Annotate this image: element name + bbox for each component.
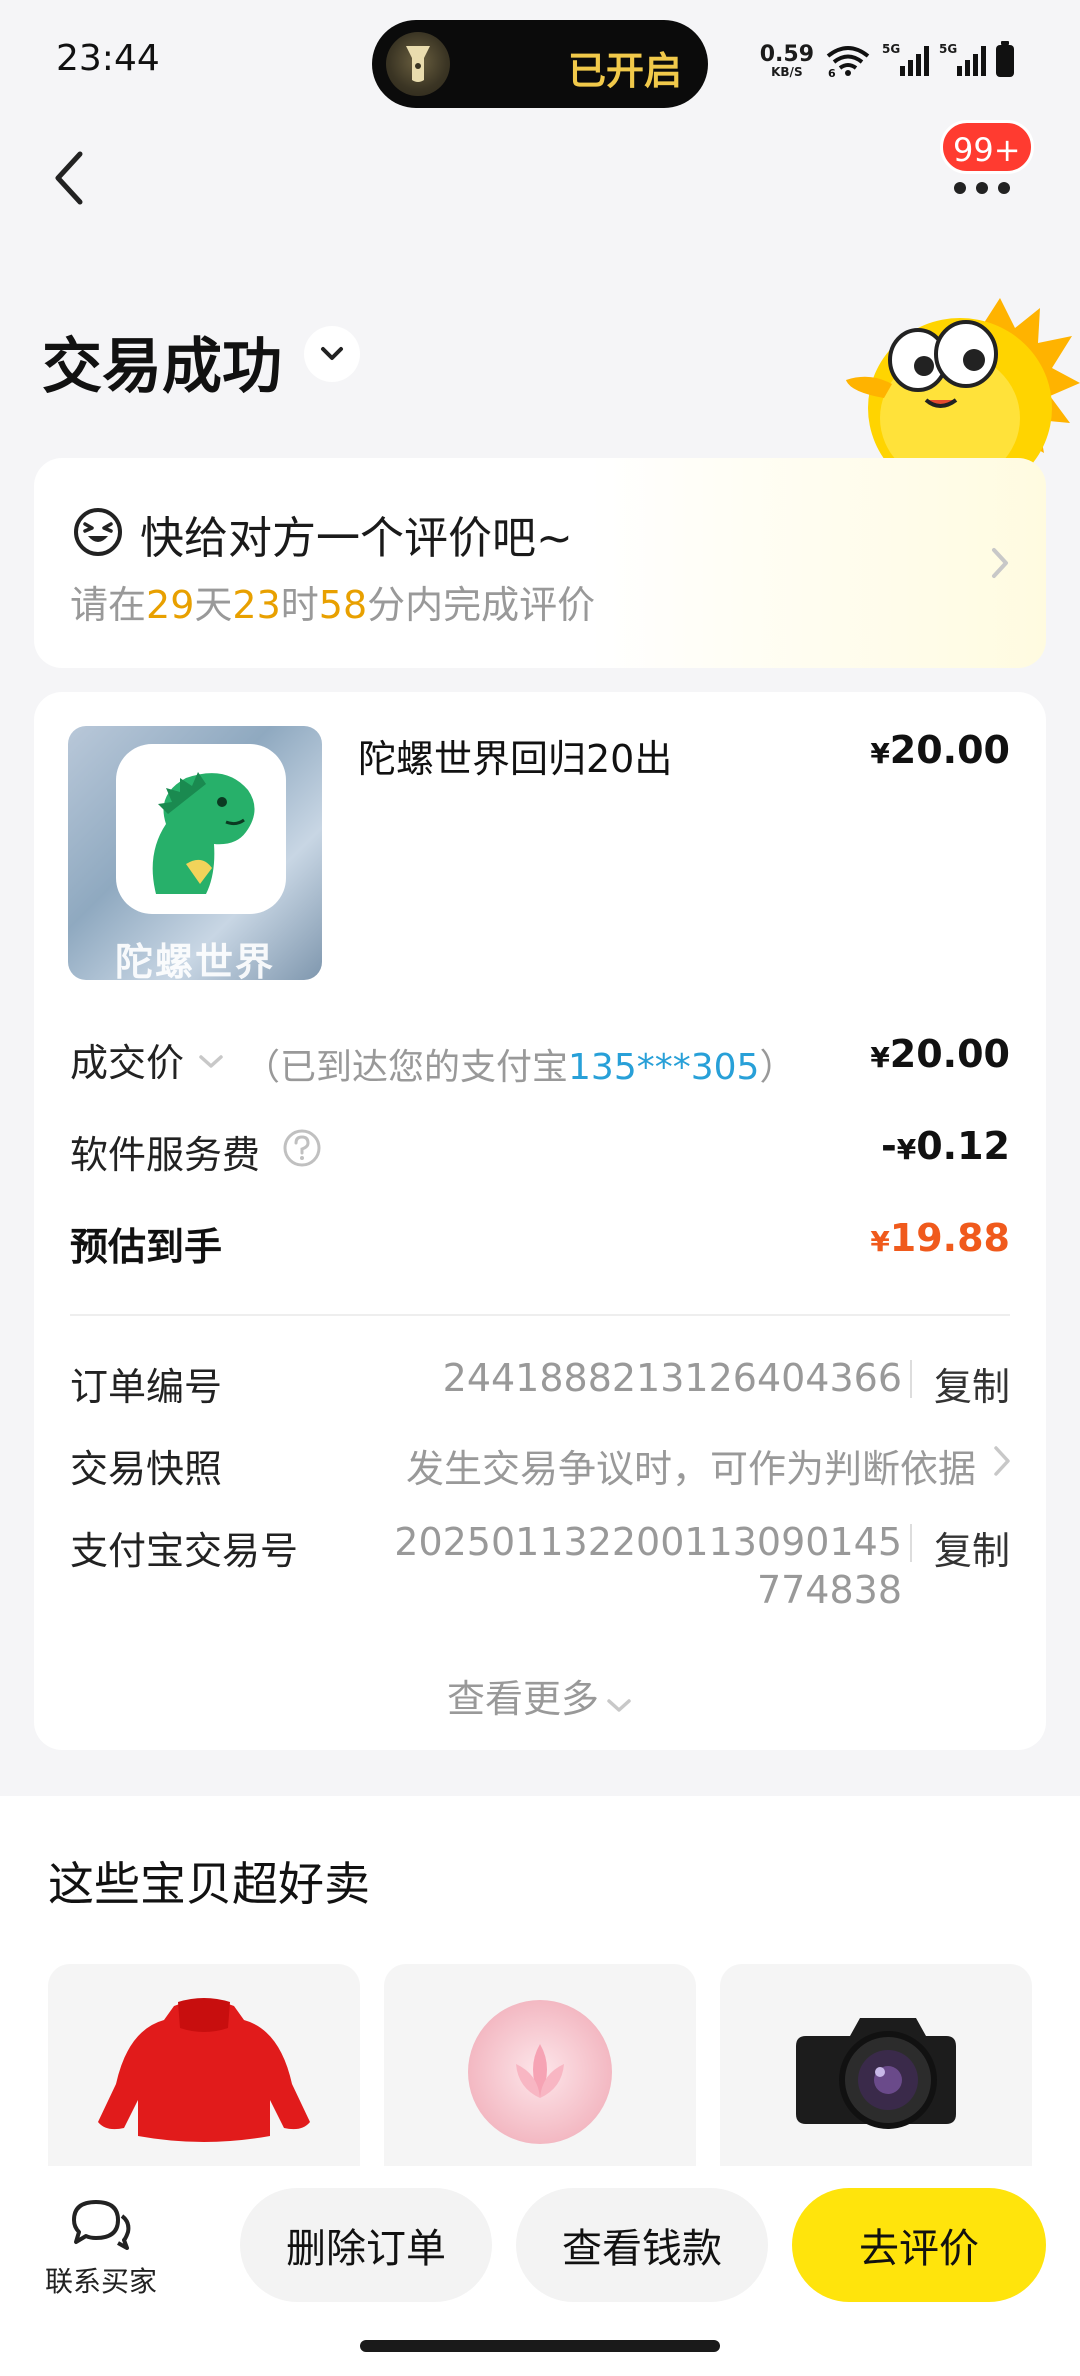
status-bar: 23:44 已开启 0.59 KB/S 6 5G 5G [0, 0, 1080, 130]
wifi-tag: 6 [828, 67, 836, 78]
snapshot-label: 交易快照 [70, 1447, 223, 1491]
chevron-right-icon[interactable] [992, 1444, 1012, 1478]
more-button[interactable]: 99+ [940, 120, 1040, 210]
currency-symbol: ¥ [870, 1041, 890, 1074]
signal-icon: 5G [882, 42, 929, 76]
order-card: 陀螺世界 陀螺世界回归20出 ¥20.00 成交价 （已到达您的支付宝135**… [34, 692, 1046, 1750]
view-payment-button[interactable]: 查看钱款 [516, 2188, 768, 2302]
item-price-value: 20.00 [889, 728, 1010, 772]
chevron-right-icon [992, 548, 1008, 578]
recommend-title: 这些宝贝超好卖 [48, 1857, 370, 1911]
review-title: 快给对方一个评价吧~ [140, 513, 573, 564]
status-time: 23:44 [56, 38, 160, 79]
wifi-icon: 6 [826, 46, 870, 78]
status-toggle-button[interactable] [304, 326, 360, 382]
signal-tag-2: 5G [939, 42, 958, 56]
battery-icon [996, 41, 1014, 77]
see-more-label: 查看更多 [446, 1677, 599, 1721]
deal-note-suffix: ） [759, 1047, 796, 1088]
more-icon [954, 182, 1010, 194]
page-title: 交易成功 [42, 332, 282, 402]
alipay-trade-number-line1: 202501132200113090145 [394, 1520, 902, 1564]
separator [910, 1360, 912, 1398]
thumbnail-label: 陀螺世界 [114, 940, 275, 980]
net-speed-value: 0.59 [759, 42, 814, 67]
fee-sign: - [880, 1124, 897, 1168]
copy-order-number-button[interactable]: 复制 [934, 1356, 1010, 1411]
signal-icon-2: 5G [939, 42, 986, 76]
see-more-button[interactable]: 查看更多 [34, 1668, 1046, 1724]
copy-alipay-number-button[interactable]: 复制 [934, 1520, 1010, 1575]
order-number-value: 2441888213126404366 [442, 1356, 902, 1400]
countdown-minutes: 58 [318, 583, 368, 627]
chat-icon [72, 2200, 131, 2250]
deal-price-note: （已到达您的支付宝135***305） [244, 1038, 795, 1090]
laughing-face-icon [74, 508, 122, 556]
deal-price-value: ¥20.00 [870, 1032, 1010, 1076]
item-thumbnail[interactable]: 陀螺世界 [68, 726, 322, 980]
chevron-down-icon [321, 347, 343, 360]
countdown-days-unit: 天 [194, 583, 233, 627]
app-icon [116, 744, 286, 914]
currency-symbol: ¥ [870, 1225, 890, 1258]
dinosaur-icon [152, 772, 255, 894]
estimated-income-label: 预估到手 [70, 1225, 223, 1269]
divider [70, 1314, 1010, 1316]
item-price: ¥20.00 [870, 728, 1010, 772]
item-title[interactable]: 陀螺世界回归20出 [358, 728, 672, 783]
net-speed-unit: KB/S [771, 65, 803, 79]
alipay-trade-label: 支付宝交易号 [70, 1529, 299, 1573]
dynamic-island[interactable]: 已开启 [372, 20, 708, 108]
countdown-suffix: 分内完成评价 [367, 583, 596, 627]
back-arrow-icon[interactable] [50, 148, 90, 208]
notification-badge: 99+ [940, 120, 1034, 174]
service-fee-label: 软件服务费 [70, 1133, 261, 1177]
status-icons: 0.59 KB/S 6 5G 5G [759, 41, 1014, 79]
flashlight-status-text: 已开启 [567, 49, 682, 93]
deal-note-prefix: （已到达您的支付宝 [244, 1047, 569, 1088]
snapshot-value[interactable]: 发生交易争议时，可作为判断依据 [406, 1438, 976, 1493]
question-icon[interactable] [282, 1128, 322, 1168]
alipay-account: 135***305 [568, 1047, 760, 1088]
separator [910, 1524, 912, 1562]
signal-tag-1: 5G [882, 42, 901, 56]
chevron-down-icon [605, 1680, 633, 1724]
estimated-income-value: ¥19.88 [870, 1216, 1010, 1260]
review-reminder-card[interactable]: 快给对方一个评价吧~ 请在29天23时58分内完成评价 [34, 458, 1046, 668]
countdown-days: 29 [146, 583, 195, 627]
deal-price-amount: 20.00 [889, 1032, 1010, 1076]
flashlight-icon [386, 32, 450, 96]
currency-symbol: ¥ [896, 1133, 917, 1166]
delete-order-button[interactable]: 删除订单 [240, 2188, 492, 2302]
countdown-prefix: 请在 [70, 583, 147, 627]
chevron-down-icon[interactable] [198, 1054, 224, 1070]
deal-price-label[interactable]: 成交价 [70, 1032, 184, 1087]
order-number-label: 订单编号 [70, 1365, 223, 1409]
contact-buyer-label: 联系买家 [44, 2265, 157, 2298]
alipay-trade-number-line2: 774838 [756, 1568, 902, 1612]
contact-buyer-button[interactable]: 联系买家 [36, 2196, 166, 2300]
net-speed: 0.59 KB/S [759, 42, 814, 79]
countdown-hours-unit: 时 [280, 583, 319, 627]
review-button[interactable]: 去评价 [792, 2188, 1046, 2302]
service-fee-amount: 0.12 [916, 1124, 1010, 1168]
service-fee-value: -¥0.12 [881, 1124, 1010, 1168]
currency-symbol: ¥ [870, 737, 890, 770]
countdown-hours: 23 [232, 583, 281, 627]
estimated-income-amount: 19.88 [889, 1216, 1010, 1260]
review-countdown: 请在29天23时58分内完成评价 [70, 574, 595, 629]
home-indicator[interactable] [360, 2340, 720, 2352]
